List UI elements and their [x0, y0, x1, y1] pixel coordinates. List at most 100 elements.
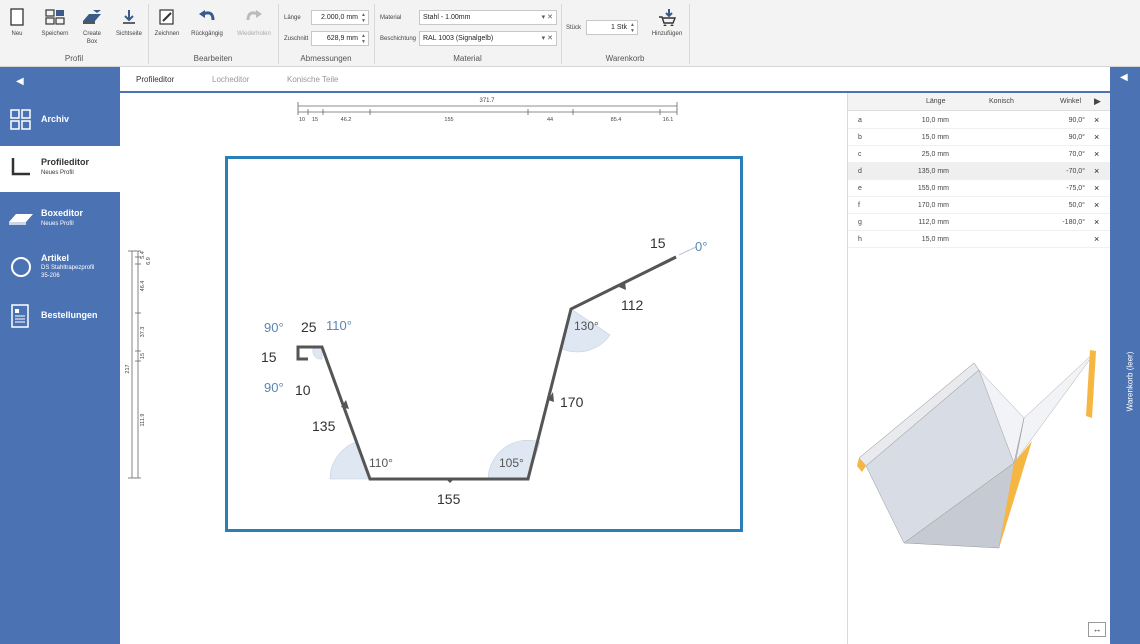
stepper-icon[interactable]: ▲ ▼: [361, 33, 366, 45]
group-label-bearbeiten: Bearbeiten: [193, 54, 233, 63]
orders-document-icon: [11, 304, 29, 328]
sidebar-item-bestellungen[interactable]: Bestellungen: [0, 299, 120, 335]
delete-row-icon[interactable]: ×: [1094, 149, 1099, 159]
sichtseite-button[interactable]: Sichtseite: [113, 8, 145, 38]
table-cell-id: h: [858, 236, 862, 243]
table-cell-id: d: [858, 168, 862, 175]
add-to-cart-icon: [659, 9, 677, 26]
table-row[interactable]: d 135,0 mm -70,0° ×: [848, 163, 1111, 180]
sidebar-label: Artikel: [41, 253, 70, 263]
wiederholen-label: Wiederholen: [237, 31, 271, 37]
table-cell-winkel: -180,0°: [1062, 219, 1085, 226]
speichern-button[interactable]: Speichern: [38, 8, 72, 38]
table-cell-id: b: [858, 134, 862, 141]
beschichtung-value: RAL 1003 (Signalgelb): [423, 35, 494, 42]
create-box-button[interactable]: Create Box: [78, 8, 106, 46]
ruler-top-seg: 10: [299, 117, 305, 123]
sidebar-item-boxeditor[interactable]: Boxeditor Neues Profil: [0, 200, 120, 240]
zeichnen-button[interactable]: Zeichnen: [152, 8, 182, 38]
ruler-top-seg: 16.1: [663, 117, 674, 123]
arrow-down-icon: [123, 10, 135, 24]
wiederholen-button[interactable]: Wiederholen: [234, 8, 274, 38]
profile-hem[interactable]: [659, 255, 677, 267]
table-cell-laenge: 112,0 mm: [918, 219, 949, 226]
collapse-left-icon[interactable]: ◀: [16, 76, 24, 87]
table-cell-laenge: 135,0 mm: [917, 168, 949, 175]
ruler-left-seg: 37.3: [140, 327, 146, 338]
group-label-profil: Profil: [64, 54, 84, 63]
stepper-icon[interactable]: ▲ ▼: [630, 22, 635, 34]
sidebar-item-artikel[interactable]: Artikel DS Stahltrapezprofil 35-206: [0, 247, 120, 287]
beschichtung-select[interactable]: RAL 1003 (Signalgelb) ▾ ✕: [419, 31, 557, 46]
zuschnitt-input[interactable]: 628,9 mm ▲ ▼: [311, 31, 369, 46]
hinzufuegen-button[interactable]: Hinzufügen: [648, 8, 686, 38]
zuschnitt-label: Zuschnitt: [284, 36, 309, 42]
ruler-left-seg: 111.9: [140, 414, 146, 427]
angle-label: 90°: [264, 380, 284, 395]
left-sidebar: ◀ Archiv Profileditor Neues Profil Boxed…: [0, 67, 120, 644]
column-header-konisch[interactable]: Konisch: [989, 98, 1014, 105]
expand-view-button[interactable]: ↔: [1088, 622, 1106, 637]
rueckgaengig-button[interactable]: Rückgängig: [188, 8, 226, 38]
profile-3d-preview: [857, 350, 1097, 549]
table-row[interactable]: b 15,0 mm 90,0° ×: [848, 129, 1111, 146]
beschichtung-label: Beschichtung: [380, 36, 417, 42]
stepper-icon[interactable]: ▲ ▼: [361, 12, 366, 24]
hinzufuegen-label: Hinzufügen: [651, 31, 683, 37]
ruler-top-total: 371.7: [479, 98, 495, 104]
table-cell-winkel: 70,0°: [1068, 151, 1085, 158]
delete-row-icon[interactable]: ×: [1094, 132, 1099, 142]
scroll-right-icon[interactable]: ▶: [1094, 96, 1101, 107]
column-header-laenge[interactable]: Länge: [926, 98, 945, 105]
segment-table-panel: Länge Konisch Winkel ▶ a 10,0 mm 90,0° × b 15…: [847, 93, 1111, 644]
laenge-input[interactable]: 2.000,0 mm ▲ ▼: [311, 10, 369, 25]
delete-row-icon[interactable]: ×: [1094, 115, 1099, 125]
warenkorb-label-wrap: Warenkorb (leer): [1120, 317, 1135, 447]
segment-length-label: 10: [295, 382, 311, 398]
sidebar-item-archiv[interactable]: Archiv: [0, 100, 120, 143]
segment-length-label: 170: [560, 394, 584, 410]
speichern-label: Speichern: [41, 31, 69, 37]
collapse-right-icon[interactable]: ◀: [1120, 72, 1128, 83]
sichtseite-label: Sichtseite: [115, 31, 142, 37]
angle-wedge: [312, 346, 323, 360]
material-label: Material: [380, 15, 402, 21]
profile-drawing-frame[interactable]: 15 25 10 135 155 170 112 15 90° 90° 110°…: [225, 156, 743, 532]
profile-canvas[interactable]: 371.7 10 15 46.2 155 44 85.4 16.1 217 5.…: [120, 93, 847, 644]
redo-icon: [246, 10, 262, 21]
table-row[interactable]: g 112,0 mm -180,0° ×: [848, 214, 1111, 231]
create-box-label-2: Box: [86, 39, 98, 45]
dropdown-clear-icon[interactable]: ▾ ✕: [542, 32, 553, 45]
ruler-top-seg: 155: [444, 117, 453, 123]
delete-row-icon[interactable]: ×: [1094, 217, 1099, 227]
sidebar-label: Archiv: [41, 114, 70, 124]
neu-label: Neu: [11, 31, 23, 37]
table-row[interactable]: c 25,0 mm 70,0° ×: [848, 146, 1111, 163]
angle-label: 110°: [326, 318, 352, 333]
table-row[interactable]: a 10,0 mm 90,0° ×: [848, 112, 1111, 129]
sidebar-item-profileditor[interactable]: Profileditor Neues Profil: [0, 146, 120, 192]
warenkorb-sidebar[interactable]: ◀ Warenkorb (leer): [1110, 67, 1140, 644]
delete-row-icon[interactable]: ×: [1094, 166, 1099, 176]
table-row[interactable]: e 155,0 mm -75,0° ×: [848, 180, 1111, 197]
tab-profileditor[interactable]: Profileditor: [136, 75, 175, 84]
dropdown-clear-icon[interactable]: ▾ ✕: [542, 11, 553, 24]
delete-row-icon[interactable]: ×: [1094, 234, 1099, 244]
table-row[interactable]: h 15,0 mm ×: [848, 231, 1111, 248]
column-header-winkel[interactable]: Winkel: [1060, 98, 1081, 105]
angle-label: 130°: [574, 319, 599, 333]
group-label-warenkorb: Warenkorb: [605, 54, 645, 63]
tab-locheditor[interactable]: Locheditor: [212, 75, 249, 84]
create-box-icon: [83, 10, 101, 24]
material-select[interactable]: Stahl - 1.00mm ▾ ✕: [419, 10, 557, 25]
sidebar-sublabel: DS Stahltrapezprofil: [41, 265, 95, 271]
tab-konische-teile[interactable]: Konische Teile: [287, 75, 338, 84]
stueck-input[interactable]: 1 Stk ▲ ▼: [586, 20, 638, 35]
delete-row-icon[interactable]: ×: [1094, 200, 1099, 210]
ruler-left-total: 217: [125, 364, 131, 373]
profile-drawing: 15 25 10 135 155 170 112 15 90° 90° 110°…: [261, 235, 707, 507]
table-row[interactable]: f 170,0 mm 50,0° ×: [848, 197, 1111, 214]
delete-row-icon[interactable]: ×: [1094, 183, 1099, 193]
neu-button[interactable]: Neu: [6, 8, 28, 38]
segment-length-label: 15: [261, 349, 277, 365]
